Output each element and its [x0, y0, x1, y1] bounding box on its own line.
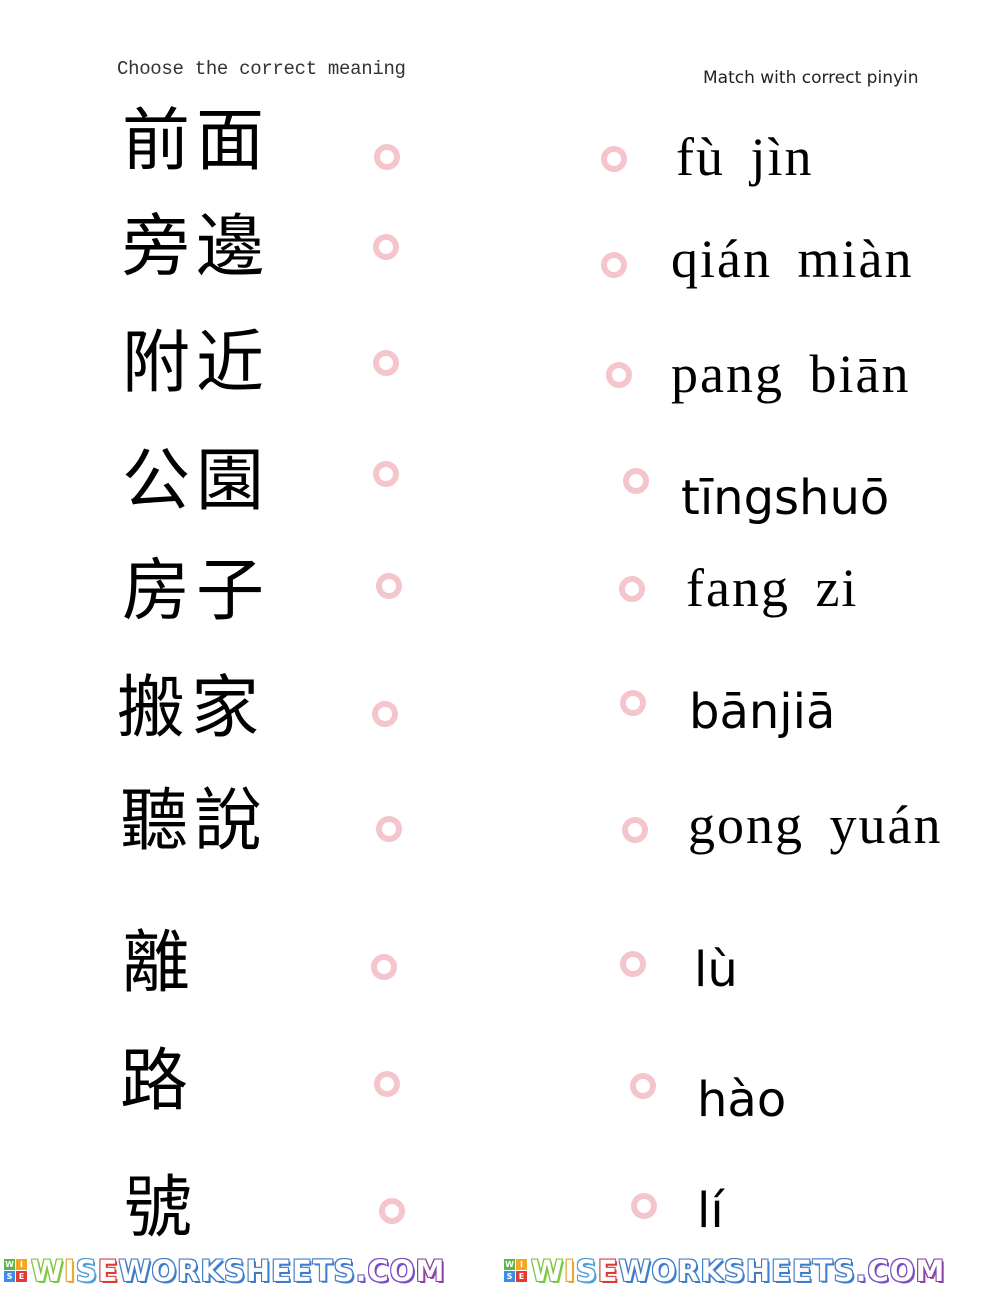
hanzi-connector-dot[interactable]	[372, 701, 398, 727]
hanzi-item: 離	[122, 924, 197, 1003]
pinyin-connector-dot[interactable]	[620, 951, 646, 977]
brand-letter: S	[333, 1253, 356, 1288]
pinyin-item: hào	[697, 1072, 787, 1128]
pinyin-connector-dot[interactable]	[619, 576, 645, 602]
pinyin-item: qián miàn	[671, 229, 914, 289]
brand-letter: .	[355, 1253, 368, 1288]
brand-text: WISEWORKSHEETS.COM	[531, 1253, 946, 1288]
pinyin-connector-dot[interactable]	[620, 690, 646, 716]
footer-watermark: W I S E WISEWORKSHEETS.COM W I S E WISEW…	[0, 1250, 1000, 1291]
pinyin-connector-dot[interactable]	[622, 817, 648, 843]
brand-letter: R	[177, 1253, 201, 1288]
brand-text: WISEWORKSHEETS.COM	[31, 1253, 446, 1288]
brand-letter: .	[855, 1253, 868, 1288]
logo-grid-cell: W	[4, 1259, 15, 1270]
brand-letter: W	[618, 1253, 652, 1288]
pinyin-connector-dot[interactable]	[601, 252, 627, 278]
logo-grid-icon: W I S E	[504, 1259, 527, 1282]
logo-grid-cell: S	[4, 1271, 15, 1282]
brand-letter: W	[118, 1253, 152, 1288]
brand-letter: O	[151, 1253, 178, 1288]
hanzi-connector-dot[interactable]	[373, 350, 399, 376]
brand-letter: E	[791, 1253, 813, 1288]
hanzi-item: 路	[120, 1042, 195, 1121]
hanzi-item: 旁邊	[122, 208, 271, 287]
pinyin-item: fang zi	[686, 558, 859, 618]
brand-letter: W	[531, 1253, 564, 1288]
pinyin-item: gong yuán	[688, 795, 943, 855]
brand-letter: H	[745, 1253, 772, 1288]
brand-letter: O	[651, 1253, 678, 1288]
hanzi-connector-dot[interactable]	[374, 144, 400, 170]
logo-grid-cell: S	[504, 1271, 515, 1282]
brand-letter: T	[312, 1253, 334, 1288]
hanzi-item: 聽說	[120, 782, 269, 861]
hanzi-item: 附近	[122, 324, 271, 403]
instruction-left: Choose the correct meaning	[117, 58, 406, 80]
hanzi-connector-dot[interactable]	[376, 573, 402, 599]
pinyin-item: bānjiā	[689, 684, 836, 740]
brand-letter: O	[889, 1253, 916, 1288]
brand-letter: C	[867, 1253, 890, 1288]
hanzi-item: 號	[124, 1169, 199, 1248]
brand-letter: K	[200, 1253, 224, 1288]
brand-letter: H	[245, 1253, 272, 1288]
brand-letter: S	[723, 1253, 746, 1288]
logo-grid-cell: I	[16, 1259, 27, 1270]
brand-letter: S	[223, 1253, 246, 1288]
brand-logo: W I S E WISEWORKSHEETS.COM	[0, 1253, 500, 1288]
hanzi-item: 房子	[122, 552, 271, 631]
hanzi-connector-dot[interactable]	[376, 816, 402, 842]
brand-letter: T	[812, 1253, 834, 1288]
brand-letter: I	[564, 1253, 576, 1288]
pinyin-item: lí	[697, 1183, 724, 1239]
brand-letter: S	[75, 1253, 98, 1288]
brand-letter: E	[97, 1253, 119, 1288]
brand-letter: C	[367, 1253, 390, 1288]
hanzi-connector-dot[interactable]	[374, 1071, 400, 1097]
brand-letter: R	[677, 1253, 701, 1288]
logo-grid-icon: W I S E	[4, 1259, 27, 1282]
pinyin-connector-dot[interactable]	[601, 146, 627, 172]
hanzi-connector-dot[interactable]	[379, 1198, 405, 1224]
pinyin-connector-dot[interactable]	[631, 1193, 657, 1219]
pinyin-item: fù jìn	[676, 127, 814, 187]
logo-grid-cell: I	[516, 1259, 527, 1270]
brand-letter: M	[915, 1253, 946, 1288]
pinyin-item: pang biān	[671, 344, 911, 404]
hanzi-connector-dot[interactable]	[371, 954, 397, 980]
brand-letter: E	[771, 1253, 792, 1288]
brand-letter: E	[291, 1253, 313, 1288]
logo-grid-cell: E	[516, 1271, 527, 1282]
hanzi-connector-dot[interactable]	[373, 234, 399, 260]
hanzi-item: 前面	[122, 102, 271, 181]
logo-grid-cell: W	[504, 1259, 515, 1270]
brand-letter: I	[64, 1253, 76, 1288]
brand-letter: S	[575, 1253, 598, 1288]
hanzi-item: 搬家	[117, 669, 266, 748]
brand-letter: O	[389, 1253, 416, 1288]
hanzi-connector-dot[interactable]	[373, 461, 399, 487]
logo-grid-cell: E	[16, 1271, 27, 1282]
pinyin-connector-dot[interactable]	[630, 1073, 656, 1099]
brand-letter: K	[700, 1253, 724, 1288]
pinyin-connector-dot[interactable]	[606, 362, 632, 388]
brand-letter: W	[31, 1253, 64, 1288]
brand-letter: E	[597, 1253, 619, 1288]
pinyin-item: tīngshuō	[681, 470, 890, 526]
pinyin-item: lù	[694, 942, 738, 998]
brand-letter: E	[271, 1253, 292, 1288]
pinyin-connector-dot[interactable]	[623, 468, 649, 494]
brand-logo: W I S E WISEWORKSHEETS.COM	[500, 1253, 1000, 1288]
instruction-right: Match with correct pinyin	[703, 68, 919, 88]
brand-letter: M	[415, 1253, 446, 1288]
hanzi-item: 公園	[122, 442, 271, 521]
brand-letter: S	[833, 1253, 856, 1288]
